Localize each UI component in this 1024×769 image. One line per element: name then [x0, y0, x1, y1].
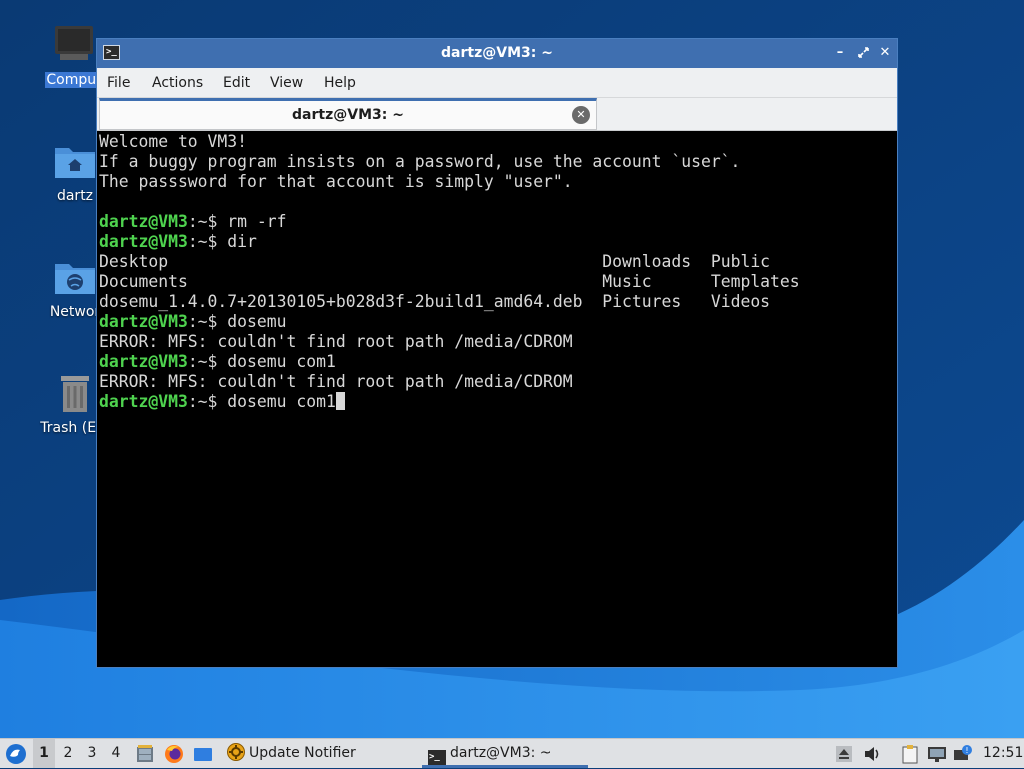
directory-entry: Music [602, 272, 711, 291]
terminal-output[interactable]: Welcome to VM3! If a buggy program insist… [99, 132, 895, 665]
terminal-icon: >_ [428, 750, 446, 765]
trash-icon [53, 372, 97, 416]
workspace-4[interactable]: 4 [105, 739, 127, 768]
prompt-path: :~$ [187, 392, 228, 411]
minimize-button[interactable]: – [831, 43, 849, 63]
terminal-line: dartz@VM3:~$ dir [99, 232, 895, 252]
prompt-path: :~$ [187, 212, 228, 231]
terminal-line: If a buggy program insists on a password… [99, 152, 741, 171]
command-text: dir [227, 232, 257, 251]
directory-entry: dosemu_1.4.0.7+20130105+b028d3f-2build1_… [99, 292, 603, 311]
notification-monitor-icon: ! [954, 745, 972, 760]
tab-label: dartz@VM3: ~ [292, 107, 404, 123]
command-text: rm -rf [227, 212, 287, 231]
terminal-line: dartz@VM3:~$ dosemu com1 [99, 392, 895, 412]
tab-bar: dartz@VM3: ~ ✕ [97, 98, 897, 131]
command-text: dosemu [227, 312, 287, 331]
menu-view[interactable]: View [270, 75, 303, 91]
lubuntu-logo-icon [6, 744, 26, 764]
desktop-icon-label: Comput [45, 72, 103, 88]
menu-edit[interactable]: Edit [223, 75, 250, 91]
firefox-launcher[interactable] [164, 744, 184, 764]
task-label: Update Notifier [249, 745, 356, 761]
start-menu-button[interactable] [5, 743, 27, 765]
terminal-line: The passsword for that account is simply… [99, 172, 573, 191]
show-desktop-button[interactable] [193, 744, 213, 764]
desktop-icon-label: Networ [49, 304, 101, 320]
svg-text:!: ! [965, 746, 968, 755]
terminal-line: dosemu_1.4.0.7+20130105+b028d3f-2build1_… [99, 292, 895, 312]
task-update-notifier[interactable]: Update Notifier [226, 739, 356, 768]
terminal-line: dartz@VM3:~$ dosemu [99, 312, 895, 332]
directory-entry: Desktop [99, 252, 603, 271]
task-label: dartz@VM3: ~ [450, 745, 552, 761]
prompt-path: :~$ [187, 352, 228, 371]
workspace-2[interactable]: 2 [57, 739, 79, 768]
file-cabinet-icon [137, 745, 153, 762]
prompt-user: dartz@VM3 [99, 212, 188, 231]
directory-entry: Templates [710, 272, 800, 291]
menu-help[interactable]: Help [324, 75, 356, 91]
terminal-line: ERROR: MFS: couldn't find root path /med… [99, 332, 573, 351]
volume-icon [865, 747, 879, 761]
desktop-icon-label: dartz [56, 188, 94, 204]
command-text: dosemu com1 [227, 352, 336, 371]
taskbar: 1 2 3 4 Update Notifier >_ dartz@VM3: ~ [0, 738, 1024, 768]
prompt-user: dartz@VM3 [99, 352, 188, 371]
maximize-button[interactable] [854, 43, 872, 63]
tray-eject-button[interactable] [835, 744, 855, 764]
menu-file[interactable]: File [107, 75, 130, 91]
menu-bar: File Actions Edit View Help [97, 68, 897, 98]
tab-terminal[interactable]: dartz@VM3: ~ ✕ [99, 98, 597, 130]
prompt-user: dartz@VM3 [99, 232, 188, 251]
directory-entry: Pictures [602, 292, 711, 311]
clipboard-icon [902, 745, 918, 764]
close-window-button[interactable]: ✕ [876, 43, 894, 63]
clock[interactable]: 12:51 [983, 739, 1023, 768]
file-manager-launcher[interactable] [135, 744, 155, 764]
menu-actions[interactable]: Actions [152, 75, 203, 91]
terminal-line: dartz@VM3:~$ rm -rf [99, 212, 895, 232]
window-titlebar[interactable]: >_ dartz@VM3: ~ – ✕ [97, 39, 897, 68]
window-title: dartz@VM3: ~ [441, 45, 553, 61]
command-input[interactable]: dosemu com1 [227, 392, 336, 411]
task-terminal[interactable]: >_ dartz@VM3: ~ [422, 739, 588, 768]
restore-icon [857, 47, 869, 58]
prompt-path: :~$ [187, 312, 228, 331]
workspace-3[interactable]: 3 [81, 739, 103, 768]
tray-clipboard-button[interactable] [900, 744, 920, 764]
terminal-line: Welcome to VM3! [99, 132, 248, 151]
prompt-path: :~$ [187, 232, 228, 251]
terminal-line: ERROR: MFS: couldn't find root path /med… [99, 372, 573, 391]
directory-entry: Public [710, 252, 771, 271]
prompt-user: dartz@VM3 [99, 392, 188, 411]
home-folder-icon [53, 140, 97, 184]
tab-close-button[interactable]: ✕ [572, 106, 590, 124]
desktop-icon [194, 748, 212, 761]
terminal-window[interactable]: >_ dartz@VM3: ~ – ✕ File Actions Edit Vi… [96, 38, 898, 668]
tray-volume-button[interactable] [862, 744, 882, 764]
directory-entry: Documents [99, 272, 603, 291]
terminal-line: Desktop Downloads Public [99, 252, 895, 272]
terminal-line: dartz@VM3:~$ dosemu com1 [99, 352, 895, 372]
directory-entry: Downloads [602, 252, 711, 271]
tray-notification-button[interactable]: ! [953, 744, 973, 764]
network-wired-icon [928, 747, 946, 762]
prompt-user: dartz@VM3 [99, 312, 188, 331]
directory-entry: Videos [710, 292, 771, 311]
network-folder-icon [53, 256, 97, 300]
eject-icon [836, 746, 852, 762]
firefox-icon [165, 745, 183, 763]
terminal-line: Documents Music Templates [99, 272, 895, 292]
workspace-1[interactable]: 1 [33, 739, 55, 768]
computer-icon [52, 24, 96, 68]
update-notifier-icon [227, 743, 245, 761]
tray-network-button[interactable] [927, 744, 947, 764]
text-cursor [335, 392, 345, 410]
